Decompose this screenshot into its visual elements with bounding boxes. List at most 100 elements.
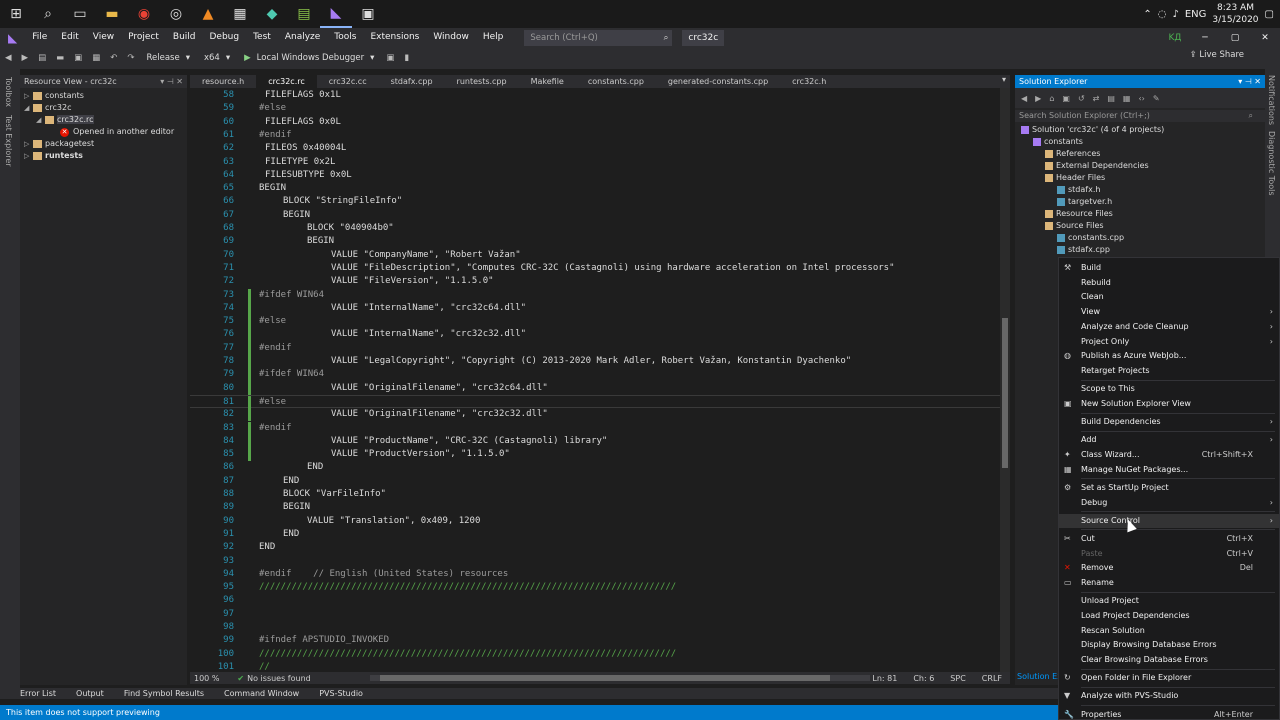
- menu-item-debug[interactable]: Debug ›: [1059, 496, 1279, 510]
- chrome-icon[interactable]: ◉: [128, 0, 160, 28]
- panel-buttons[interactable]: ▾ ⊣ ✕: [1238, 75, 1261, 88]
- minimize-icon[interactable]: ─: [1190, 33, 1220, 43]
- menu-item-build-dependencies[interactable]: Build Dependencies ›: [1059, 415, 1279, 429]
- solution-tree-item[interactable]: targetver.h: [1015, 196, 1265, 208]
- menu-edit[interactable]: Edit: [54, 28, 85, 47]
- menu-item-analyze-and-code-cleanup[interactable]: Analyze and Code Cleanup ›: [1059, 320, 1279, 334]
- code-icon[interactable]: ‹›: [1138, 94, 1144, 103]
- tree-item-runtests[interactable]: ▷ runtests: [20, 150, 187, 162]
- expand-icon[interactable]: ▷: [24, 90, 33, 102]
- menu-analyze[interactable]: Analyze: [278, 28, 327, 47]
- menu-item-project-only[interactable]: Project Only ›: [1059, 335, 1279, 349]
- solution-explorer-search[interactable]: Search Solution Explorer (Ctrl+;) ⌕: [1015, 110, 1265, 122]
- panel-buttons[interactable]: ▾ ⊣ ✕: [160, 75, 183, 88]
- vertical-scrollbar[interactable]: [1000, 88, 1010, 672]
- tab-runtests-cpp[interactable]: runtests.cpp: [445, 75, 519, 88]
- menu-item-properties[interactable]: 🔧 Properties Alt+Enter: [1059, 708, 1279, 720]
- chevron-up-icon[interactable]: ⌃: [1143, 9, 1151, 20]
- menu-project[interactable]: Project: [121, 28, 166, 47]
- home-icon[interactable]: ⌂: [1049, 94, 1054, 103]
- menu-item-view[interactable]: View ›: [1059, 305, 1279, 319]
- tab-stdafx-cpp[interactable]: stdafx.cpp: [379, 75, 445, 88]
- menu-window[interactable]: Window: [426, 28, 476, 47]
- file-explorer-icon[interactable]: ▬: [96, 0, 128, 28]
- menu-item-rescan-solution[interactable]: Rescan Solution: [1059, 624, 1279, 638]
- tree-item-packagetest[interactable]: ▷ packagetest: [20, 138, 187, 150]
- menu-debug[interactable]: Debug: [202, 28, 246, 47]
- menu-item-manage-nuget-packages[interactable]: ▦ Manage NuGet Packages...: [1059, 463, 1279, 477]
- menu-item-load-project-dependencies[interactable]: Load Project Dependencies: [1059, 609, 1279, 623]
- tree-item-crc32c[interactable]: ◢ crc32c: [20, 102, 187, 114]
- platform-dropdown[interactable]: x64 ▾: [200, 53, 234, 63]
- menu-file[interactable]: File: [25, 28, 54, 47]
- solution-tree-item[interactable]: Source Files: [1015, 220, 1265, 232]
- clock[interactable]: 8:23 AM 3/15/2020: [1212, 2, 1258, 26]
- tree-item-crc32c-rc[interactable]: ◢ crc32c.rc: [20, 114, 187, 126]
- calculator-icon[interactable]: ▦: [224, 0, 256, 28]
- toolbox-tab[interactable]: Toolbox: [4, 77, 13, 107]
- bottom-tab-error-list[interactable]: Error List: [0, 688, 66, 699]
- menu-view[interactable]: View: [86, 28, 121, 47]
- menu-item-rebuild[interactable]: Rebuild: [1059, 276, 1279, 290]
- solution-tree-item[interactable]: External Dependencies: [1015, 160, 1265, 172]
- menu-item-rename[interactable]: ▭ Rename: [1059, 576, 1279, 590]
- menu-tools[interactable]: Tools: [327, 28, 363, 47]
- app-icon[interactable]: ◆: [256, 0, 288, 28]
- visual-studio-icon[interactable]: ◣: [320, 0, 352, 28]
- solution-explorer-tab[interactable]: Solution Ex: [1017, 672, 1062, 681]
- back-icon[interactable]: ◀: [1021, 94, 1027, 103]
- menu-test[interactable]: Test: [246, 28, 278, 47]
- collapse-icon[interactable]: ◢: [36, 114, 45, 126]
- bookmark-icon[interactable]: ▮: [399, 53, 414, 63]
- language-indicator[interactable]: ENG: [1185, 9, 1207, 20]
- forward-icon[interactable]: ▶: [17, 53, 34, 63]
- task-view-icon[interactable]: ▭: [64, 0, 96, 28]
- menu-item-clear-browsing-database-errors[interactable]: Clear Browsing Database Errors: [1059, 653, 1279, 667]
- save-icon[interactable]: ▣: [69, 53, 87, 63]
- maximize-icon[interactable]: ▢: [1220, 33, 1250, 43]
- menu-item-analyze-with-pvs-studio[interactable]: ▼ Analyze with PVS-Studio: [1059, 689, 1279, 703]
- tab-crc32c-rc[interactable]: crc32c.rc: [256, 75, 317, 88]
- terminal-icon[interactable]: ▣: [352, 0, 384, 28]
- solution-tree-item[interactable]: Header Files: [1015, 172, 1265, 184]
- menu-item-clean[interactable]: Clean: [1059, 290, 1279, 304]
- bottom-tab-pvs-studio[interactable]: PVS-Studio: [309, 688, 373, 699]
- search-icon[interactable]: ⌕: [32, 0, 64, 28]
- close-icon[interactable]: ✕: [1250, 33, 1280, 43]
- solution-tree-item[interactable]: References: [1015, 148, 1265, 160]
- live-share-button[interactable]: ⇪ Live Share: [1190, 50, 1244, 60]
- switch-views-icon[interactable]: ▣: [1062, 94, 1070, 103]
- menu-item-paste[interactable]: Paste Ctrl+V: [1059, 547, 1279, 561]
- menu-item-unload-project[interactable]: Unload Project: [1059, 594, 1279, 608]
- test-explorer-tab[interactable]: Test Explorer: [4, 115, 13, 167]
- user-avatar[interactable]: KД: [1160, 33, 1190, 43]
- windows-start-icon[interactable]: ⊞: [0, 0, 32, 28]
- menu-item-class-wizard[interactable]: ✦ Class Wizard... Ctrl+Shift+X: [1059, 448, 1279, 462]
- zoom-level[interactable]: 100 %: [190, 674, 219, 683]
- notifications-tab[interactable]: Notifications: [1267, 75, 1276, 125]
- save-all-icon[interactable]: ▦: [87, 53, 105, 63]
- issues-status[interactable]: No issues found: [244, 674, 311, 683]
- menu-item-source-control[interactable]: Source Control ›: [1059, 513, 1279, 528]
- tab-crc32c-h[interactable]: crc32c.h: [780, 75, 838, 88]
- expand-icon[interactable]: ▷: [24, 138, 33, 150]
- horizontal-scrollbar-thumb[interactable]: [380, 675, 830, 681]
- volume-icon[interactable]: ♪: [1172, 9, 1178, 20]
- solution-tree-item[interactable]: stdafx.h: [1015, 184, 1265, 196]
- menu-item-publish-as-azure-webjob[interactable]: ◍ Publish as Azure WebJob...: [1059, 349, 1279, 363]
- bottom-tab-command-window[interactable]: Command Window: [214, 688, 309, 699]
- menu-item-remove[interactable]: ✕ Remove Del: [1059, 561, 1279, 575]
- menu-extensions[interactable]: Extensions: [363, 28, 426, 47]
- expand-icon[interactable]: ▷: [24, 150, 33, 162]
- show-all-files-icon[interactable]: ▦: [1123, 94, 1131, 103]
- notepad-icon[interactable]: ▤: [288, 0, 320, 28]
- properties-icon[interactable]: ✎: [1153, 94, 1160, 103]
- menu-item-scope-to-this[interactable]: Scope to This: [1059, 382, 1279, 396]
- open-icon[interactable]: ▬: [51, 53, 69, 63]
- vlc-icon[interactable]: ▲: [192, 0, 224, 28]
- tab-generated-constants-cpp[interactable]: generated-constants.cpp: [656, 75, 780, 88]
- menu-build[interactable]: Build: [166, 28, 203, 47]
- solution-tree-item[interactable]: constants.cpp: [1015, 232, 1265, 244]
- collapse-icon[interactable]: ◢: [24, 102, 33, 114]
- bottom-tab-output[interactable]: Output: [66, 688, 114, 699]
